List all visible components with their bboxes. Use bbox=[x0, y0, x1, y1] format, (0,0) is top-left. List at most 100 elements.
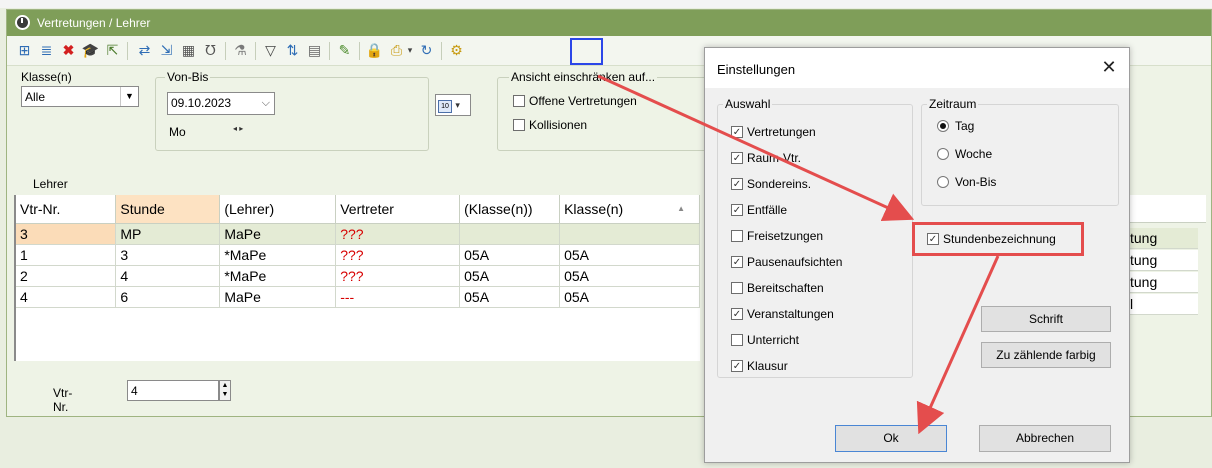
sort-icon[interactable]: ⇅ bbox=[283, 41, 302, 60]
vtr-nr-input[interactable]: 4 bbox=[127, 380, 219, 401]
klasse-label: Klasse(n) bbox=[21, 70, 72, 84]
klausur-checkbox[interactable]: ✓ bbox=[731, 360, 743, 372]
window-title: Vertretungen / Lehrer bbox=[37, 16, 151, 30]
vtr-nr-stepper[interactable]: ▲ ▼ bbox=[219, 380, 231, 401]
table-row[interactable]: 4 6 MaPe --- 05A 05A bbox=[16, 286, 700, 308]
table-cell: 4 bbox=[16, 286, 117, 308]
table-cell: MP bbox=[115, 223, 221, 245]
vonbis-label: Von-Bis bbox=[165, 70, 211, 84]
toolbar-separator bbox=[255, 42, 256, 60]
date-field[interactable]: 09.10.2023 ⌵ bbox=[167, 92, 275, 115]
table-cell bbox=[559, 223, 700, 245]
checkbox-label: Unterricht bbox=[747, 333, 800, 347]
dialog-title: Einstellungen bbox=[717, 62, 796, 77]
pausenaufsichten-checkbox[interactable]: ✓ bbox=[731, 256, 743, 268]
right-cell: l bbox=[1128, 294, 1198, 315]
calendar-dropdown[interactable]: 10 ▾ bbox=[435, 94, 471, 116]
zu-zaehlende-farbig-button[interactable]: Zu zählende farbig bbox=[981, 342, 1111, 368]
column-header[interactable]: Vtr-Nr. bbox=[16, 195, 117, 224]
dropdown-icon[interactable]: ▾ bbox=[405, 41, 415, 60]
table-row[interactable]: 1 3 *MaPe ??? 05A 05A bbox=[16, 244, 700, 266]
app-clock-icon bbox=[15, 15, 30, 30]
title-bar: Vertretungen / Lehrer bbox=[7, 10, 1211, 36]
lock-icon[interactable]: 🔒 bbox=[365, 41, 384, 60]
klasse-select[interactable]: Alle ▼ bbox=[21, 86, 139, 107]
checkbox-label: Vertretungen bbox=[747, 125, 816, 139]
offene-checkbox[interactable] bbox=[513, 95, 525, 107]
stethoscope-icon[interactable]: ℧ bbox=[201, 41, 220, 60]
checkbox-label: Veranstaltungen bbox=[747, 307, 834, 321]
transfer-icon[interactable]: ⇄ bbox=[135, 41, 154, 60]
bereitschaften-checkbox[interactable] bbox=[731, 282, 743, 294]
column-header[interactable]: Stunde bbox=[115, 195, 221, 224]
radio-label: Von-Bis bbox=[955, 175, 997, 189]
tag-radio[interactable] bbox=[937, 120, 949, 132]
toolbar-separator bbox=[225, 42, 226, 60]
day-stepper-icon[interactable]: ◂ ▸ bbox=[233, 124, 243, 133]
right-cell: tung bbox=[1128, 250, 1198, 271]
ok-button[interactable]: Ok bbox=[835, 425, 947, 452]
column-header[interactable]: (Klasse(n)) bbox=[459, 195, 561, 224]
calendar-icon: 10 bbox=[438, 100, 452, 113]
list-icon[interactable]: ≣ bbox=[37, 41, 56, 60]
veranstaltungen-checkbox[interactable]: ✓ bbox=[731, 308, 743, 320]
refresh-icon[interactable]: ↻ bbox=[417, 41, 436, 60]
table-cell: --- bbox=[335, 286, 461, 308]
wand-icon[interactable]: ⚗ bbox=[231, 41, 250, 60]
cancel-button[interactable]: Abbrechen bbox=[979, 425, 1111, 452]
offene-label: Offene Vertretungen bbox=[529, 94, 637, 108]
calculator-icon[interactable]: ▦ bbox=[179, 41, 198, 60]
table-cell: MaPe bbox=[219, 223, 337, 245]
column-header[interactable]: (Lehrer) bbox=[219, 195, 337, 224]
import-icon[interactable]: ⇱ bbox=[103, 41, 122, 60]
zeitraum-group bbox=[921, 104, 1119, 206]
table-cell: 4 bbox=[115, 265, 221, 287]
unterricht-checkbox[interactable] bbox=[731, 334, 743, 346]
entfaelle-checkbox[interactable]: ✓ bbox=[731, 204, 743, 216]
schrift-button[interactable]: Schrift bbox=[981, 306, 1111, 332]
woche-radio[interactable] bbox=[937, 148, 949, 160]
dialog-body: Auswahl ✓ Vertretungen ✓ Raum-Vtr. ✓ Son… bbox=[705, 88, 1129, 462]
table: Vtr-Nr. Stunde (Lehrer) Vertreter (Klass… bbox=[16, 195, 700, 308]
right-header-strip bbox=[1128, 195, 1206, 223]
table-cell: 6 bbox=[115, 286, 221, 308]
desktop-strip bbox=[0, 0, 1212, 8]
checkbox-label: Bereitschaften bbox=[747, 281, 824, 295]
table-row[interactable]: 3 MP MaPe ??? bbox=[16, 223, 700, 245]
column-header[interactable]: Vertreter bbox=[335, 195, 461, 224]
column-header[interactable]: Klasse(n) ▲ bbox=[559, 195, 700, 224]
export-icon[interactable]: ⇲ bbox=[157, 41, 176, 60]
chevron-down-icon[interactable]: ▼ bbox=[120, 87, 138, 106]
table-cell: MaPe bbox=[219, 286, 337, 308]
settings-icon[interactable]: ⚙ bbox=[447, 41, 466, 60]
sondereins-checkbox[interactable]: ✓ bbox=[731, 178, 743, 190]
right-cell: tung bbox=[1128, 228, 1198, 249]
table-cell: *MaPe bbox=[219, 265, 337, 287]
close-icon[interactable]: ✕ bbox=[1097, 56, 1121, 78]
table-cell: ??? bbox=[335, 265, 461, 287]
delete-icon[interactable]: ✖ bbox=[59, 41, 78, 60]
toolbar-separator bbox=[359, 42, 360, 60]
grid-icon[interactable]: ⊞ bbox=[15, 41, 34, 60]
print-icon[interactable]: ⎙ bbox=[387, 41, 406, 60]
auswahl-label: Auswahl bbox=[723, 97, 773, 111]
table-cell: ??? bbox=[335, 223, 461, 245]
check-pen-icon[interactable]: ✎ bbox=[335, 41, 354, 60]
raum-vtr-checkbox[interactable]: ✓ bbox=[731, 152, 743, 164]
kollisionen-checkbox[interactable] bbox=[513, 119, 525, 131]
vtr-nr-value: 4 bbox=[131, 384, 138, 398]
table-header-row: Vtr-Nr. Stunde (Lehrer) Vertreter (Klass… bbox=[16, 195, 700, 224]
table-cell: *MaPe bbox=[219, 244, 337, 266]
table-row[interactable]: 2 4 *MaPe ??? 05A 05A bbox=[16, 265, 700, 287]
settings-highlight bbox=[570, 38, 603, 65]
chevron-down-icon[interactable]: ⌵ bbox=[262, 97, 270, 110]
chevron-down-icon: ▾ bbox=[455, 100, 460, 110]
teacher-icon[interactable]: 🎓 bbox=[81, 41, 100, 60]
table-icon[interactable]: ▤ bbox=[305, 41, 324, 60]
freisetzungen-checkbox[interactable] bbox=[731, 230, 743, 242]
vonbis-radio[interactable] bbox=[937, 176, 949, 188]
checkbox-label: Entfälle bbox=[747, 203, 788, 217]
vertretungen-checkbox[interactable]: ✓ bbox=[731, 126, 743, 138]
filter-icon[interactable]: ▽ bbox=[261, 41, 280, 60]
zeitraum-label: Zeitraum bbox=[927, 97, 979, 111]
